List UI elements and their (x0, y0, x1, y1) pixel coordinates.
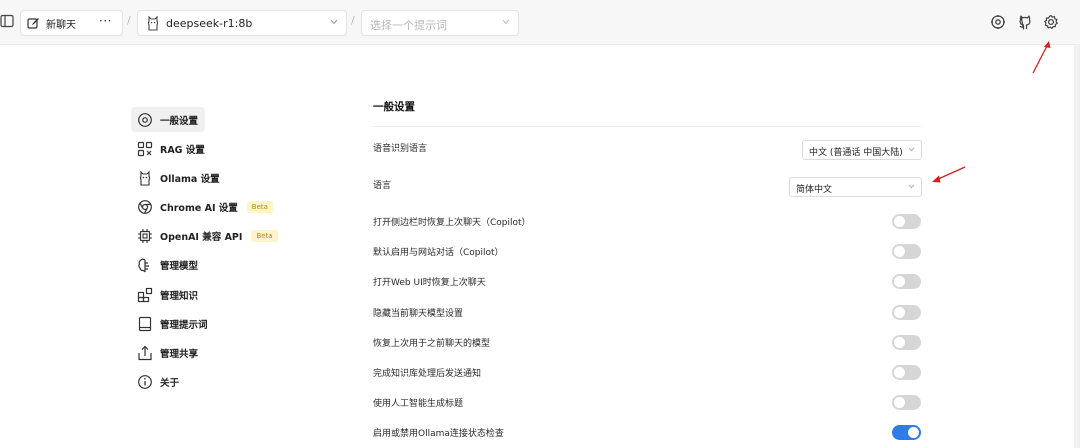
nav-item-rag[interactable]: RAG 设置 (131, 136, 276, 161)
setting-toggle-switch[interactable] (892, 425, 921, 441)
share-icon (137, 345, 153, 361)
settings-nav: 一般设置 RAG 设置 Ollama 设置 Chrome AI 设置 Beta … (131, 107, 278, 399)
setting-toggle-switch[interactable] (892, 244, 921, 260)
toggle-knob (894, 397, 905, 409)
top-bar: 新聊天 ··· / deepseek-r1:8b / 选择一个提示词 (0, 0, 1080, 45)
setting-toggle-switch[interactable] (892, 365, 921, 380)
model-select[interactable]: deepseek-r1:8b (137, 10, 347, 36)
cpu-icon (137, 228, 153, 244)
nav-item-label: 管理知识 (160, 290, 199, 302)
beta-badge: Beta (246, 201, 273, 214)
nav-item-ollama[interactable]: Ollama 设置 (131, 165, 276, 190)
speech-language-value: 中文 (普通话 中国大陆) (809, 148, 903, 158)
toggle-knob (894, 367, 905, 378)
rag-blocks-icon (137, 141, 153, 157)
setting-toggle-label: 恢复上次用于之前聊天的模型 (373, 338, 491, 349)
nav-item-about[interactable]: 关于 (131, 370, 276, 395)
speech-language-select[interactable]: 中文 (普通话 中国大陆) (802, 140, 922, 160)
toggle-knob (894, 276, 905, 288)
setting-toggle-label: 隐藏当前聊天模型设置 (373, 308, 464, 319)
speech-language-label: 语音识别语言 (373, 144, 428, 154)
toggle-knob (894, 246, 905, 258)
language-value: 简体中文 (796, 185, 833, 195)
github-icon[interactable] (1017, 14, 1033, 30)
edit-icon (27, 18, 39, 29)
toggle-knob (894, 306, 905, 318)
toggle-knob (908, 427, 919, 439)
setting-toggle-label: 打开Web UI时恢复上次聊天 (373, 278, 486, 289)
setting-toggle-label: 使用人工智能生成标题 (373, 399, 464, 410)
annotation-arrow-icon (1032, 41, 1051, 74)
breadcrumb-separator: / (351, 14, 355, 27)
settings-gear-outline-icon[interactable] (990, 14, 1006, 30)
info-icon (137, 374, 153, 390)
prompt-select-placeholder: 选择一个提示词 (370, 19, 447, 32)
breadcrumb-separator: / (127, 14, 131, 27)
setting-toggle-label: 默认启用与网站对话（Copilot） (373, 248, 504, 259)
nav-item-label: RAG 设置 (160, 144, 205, 156)
new-chat-label: 新聊天 (46, 20, 76, 31)
toggle-knob (894, 336, 905, 348)
chevron-down-icon (908, 147, 915, 152)
llama-icon (137, 170, 153, 186)
nav-item-general[interactable]: 一般设置 (131, 107, 205, 132)
chevron-down-icon (502, 19, 510, 25)
setting-toggle-switch[interactable] (892, 304, 921, 320)
annotation-arrow-icon (932, 166, 966, 183)
nav-item-openai-api[interactable]: OpenAI 兼容 API Beta (131, 224, 278, 249)
llama-icon (147, 15, 159, 31)
new-chat-group: 新聊天 ··· (20, 10, 123, 36)
section-title: 一般设置 (373, 101, 415, 113)
nav-item-manage-models[interactable]: 管理模型 (131, 253, 276, 278)
page-scrollbar[interactable] (1074, 45, 1080, 448)
nav-item-label: 管理提示词 (160, 319, 208, 331)
prompt-select[interactable]: 选择一个提示词 (361, 10, 519, 36)
nav-item-label: Chrome AI 设置 (160, 203, 238, 215)
nav-item-label: 一般设置 (160, 115, 199, 127)
setting-toggle-switch[interactable] (892, 214, 921, 229)
nav-item-manage-sharing[interactable]: 管理共享 (131, 341, 276, 366)
chrome-icon (137, 199, 153, 215)
chevron-down-icon (908, 184, 915, 189)
settings-icon[interactable] (1043, 14, 1059, 30)
new-chat-button[interactable]: 新聊天 (27, 16, 76, 31)
blocks-icon (137, 287, 153, 303)
nav-item-label: 关于 (160, 378, 180, 390)
beta-badge: Beta (251, 230, 278, 243)
toggle-knob (894, 216, 905, 227)
section-divider (373, 126, 921, 127)
chevron-down-icon (330, 19, 338, 25)
setting-toggle-switch[interactable] (892, 274, 921, 290)
book-icon (137, 316, 153, 332)
setting-toggle-label: 打开侧边栏时恢复上次聊天（Copilot） (373, 218, 531, 228)
language-select[interactable]: 简体中文 (789, 177, 922, 197)
setting-toggle-switch[interactable] (892, 334, 921, 350)
nav-item-manage-prompts[interactable]: 管理提示词 (131, 311, 276, 336)
settings-outline-icon (137, 112, 153, 128)
sidebar-toggle-icon[interactable] (0, 14, 14, 28)
model-select-value: deepseek-r1:8b (166, 17, 253, 30)
nav-item-label: Ollama 设置 (160, 173, 220, 185)
language-label: 语言 (373, 181, 392, 191)
setting-toggle-label: 启用或禁用Ollama连接状态检查 (373, 429, 504, 440)
nav-item-manage-knowledge[interactable]: 管理知识 (131, 282, 276, 307)
setting-toggle-switch[interactable] (892, 395, 921, 411)
nav-item-label: 管理共享 (160, 349, 199, 360)
setting-toggle-label: 完成知识库处理后发送通知 (373, 369, 482, 379)
nav-item-label: OpenAI 兼容 API (160, 232, 243, 244)
nav-item-chrome-ai[interactable]: Chrome AI 设置 Beta (131, 195, 276, 220)
brain-icon (137, 257, 153, 273)
nav-item-label: 管理模型 (160, 261, 199, 273)
more-options-button[interactable]: ··· (99, 14, 112, 28)
